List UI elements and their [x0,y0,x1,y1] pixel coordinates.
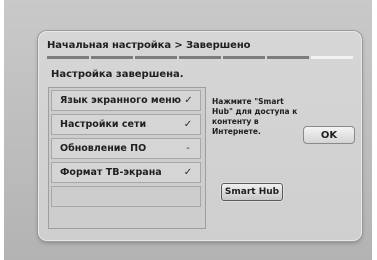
progress-step [47,56,89,59]
ok-button[interactable]: OK [303,126,355,144]
setup-complete-dialog: Начальная настройка > Завершено Настройк… [38,31,362,241]
list-item-label: Обновление ПО [60,143,147,154]
progress-step-current [311,56,353,59]
list-item: Обновление ПО - [51,138,201,159]
progress-step [135,56,177,59]
smart-hub-button[interactable]: Smart Hub [221,183,283,201]
progress-step [223,56,265,59]
dash-icon: - [186,143,190,154]
progress-step [267,56,309,59]
list-item-label: Формат ТВ-экрана [60,167,162,178]
checkmark-icon: ✓ [183,167,193,178]
progress-step [91,56,133,59]
list-item-empty [51,186,201,207]
list-item: Формат ТВ-экрана ✓ [51,162,201,183]
progress-step [179,56,221,59]
tv-screen-background: Начальная настройка > Завершено Настройк… [4,0,372,260]
list-item: Язык экранного меню ✓ [51,90,201,111]
list-item-label: Язык экранного меню [60,95,181,106]
progress-steps [47,56,353,59]
smart-hub-info-text: Нажмите "Smart Hub" для доступа к контен… [212,97,298,136]
dialog-subtitle: Настройка завершена. [51,69,184,80]
dialog-title: Начальная настройка > Завершено [47,40,251,51]
list-item-label: Настройки сети [60,119,147,130]
list-item: Настройки сети ✓ [51,114,201,135]
setup-summary-list: Язык экранного меню ✓ Настройки сети ✓ О… [48,87,206,229]
checkmark-icon: ✓ [183,119,193,130]
checkmark-icon: ✓ [184,95,193,106]
